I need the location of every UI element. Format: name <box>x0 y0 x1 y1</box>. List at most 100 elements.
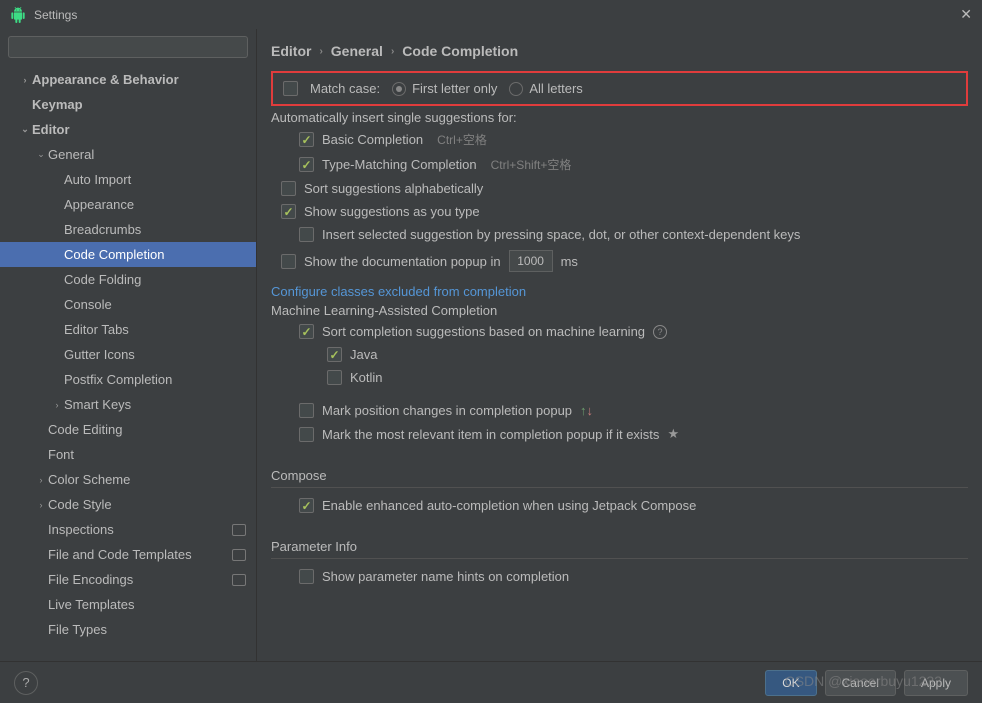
type-matching-checkbox[interactable] <box>299 157 314 172</box>
tree-item-label: File Encodings <box>48 572 232 587</box>
window-title: Settings <box>34 8 77 22</box>
tree-item-editor[interactable]: ⌄Editor <box>0 117 256 142</box>
tree-item-label: Keymap <box>32 97 246 112</box>
tree-item-label: General <box>48 147 246 162</box>
ml-sort-checkbox[interactable] <box>299 324 314 339</box>
kotlin-label: Kotlin <box>350 370 383 385</box>
tree-item-label: File and Code Templates <box>48 547 232 562</box>
mark-relevant-checkbox[interactable] <box>299 427 314 442</box>
sidebar: ›Appearance & BehaviorKeymap⌄Editor⌄Gene… <box>0 29 257 661</box>
tree-item-inspections[interactable]: Inspections <box>0 517 256 542</box>
tree-item-auto-import[interactable]: Auto Import <box>0 167 256 192</box>
kotlin-checkbox[interactable] <box>327 370 342 385</box>
show-suggestions-label: Show suggestions as you type <box>304 204 480 219</box>
tree-item-label: Inspections <box>48 522 232 537</box>
first-letter-radio[interactable] <box>392 82 406 96</box>
tree-item-code-style[interactable]: ›Code Style <box>0 492 256 517</box>
doc-delay-input[interactable] <box>509 250 553 272</box>
tree-item-label: File Types <box>48 622 246 637</box>
tree-item-file-types[interactable]: File Types <box>0 617 256 642</box>
tree-item-breadcrumbs[interactable]: Breadcrumbs <box>0 217 256 242</box>
tree-item-keymap[interactable]: Keymap <box>0 92 256 117</box>
chevron-icon: ⌄ <box>34 149 48 160</box>
tree-item-file-encodings[interactable]: File Encodings <box>0 567 256 592</box>
tree-item-file-and-code-templates[interactable]: File and Code Templates <box>0 542 256 567</box>
first-letter-label: First letter only <box>412 81 497 96</box>
param-hints-label: Show parameter name hints on completion <box>322 569 569 584</box>
compose-heading: Compose <box>271 468 968 488</box>
tree-item-label: Gutter Icons <box>64 347 246 362</box>
sort-alpha-checkbox[interactable] <box>281 181 296 196</box>
tree-item-editor-tabs[interactable]: Editor Tabs <box>0 317 256 342</box>
type-matching-label: Type-Matching Completion <box>322 157 477 172</box>
mark-relevant-label: Mark the most relevant item in completio… <box>322 427 659 442</box>
match-case-label: Match case: <box>310 81 380 96</box>
breadcrumb-item[interactable]: General <box>331 43 383 59</box>
tree-item-label: Appearance & Behavior <box>32 72 246 87</box>
android-icon <box>10 7 26 23</box>
tree-item-label: Font <box>48 447 246 462</box>
search-input[interactable] <box>8 36 248 58</box>
tree-item-smart-keys[interactable]: ›Smart Keys <box>0 392 256 417</box>
all-letters-label: All letters <box>529 81 582 96</box>
tree-item-label: Console <box>64 297 246 312</box>
tree-item-color-scheme[interactable]: ›Color Scheme <box>0 467 256 492</box>
insert-selected-checkbox[interactable] <box>299 227 314 242</box>
configure-excluded-link[interactable]: Configure classes excluded from completi… <box>271 284 526 299</box>
tree-item-postfix-completion[interactable]: Postfix Completion <box>0 367 256 392</box>
apply-button[interactable]: Apply <box>904 670 968 696</box>
insert-selected-label: Insert selected suggestion by pressing s… <box>322 227 800 242</box>
settings-panel: Match case: First letter only All letter… <box>257 71 982 661</box>
arrows-icon: ↑↓ <box>580 403 593 418</box>
mark-position-checkbox[interactable] <box>299 403 314 418</box>
star-icon: ★ <box>667 426 679 442</box>
cancel-button[interactable]: Cancel <box>825 670 896 696</box>
tree-item-label: Code Completion <box>64 247 246 262</box>
chevron-icon: › <box>18 75 32 85</box>
tree-item-font[interactable]: Font <box>0 442 256 467</box>
tree-item-label: Code Style <box>48 497 246 512</box>
tree-item-code-folding[interactable]: Code Folding <box>0 267 256 292</box>
breadcrumb-item: Code Completion <box>402 43 518 59</box>
help-icon[interactable]: ? <box>653 325 667 339</box>
tree-item-label: Code Folding <box>64 272 246 287</box>
param-hints-checkbox[interactable] <box>299 569 314 584</box>
tree-item-live-templates[interactable]: Live Templates <box>0 592 256 617</box>
sort-alpha-label: Sort suggestions alphabetically <box>304 181 483 196</box>
project-scope-icon <box>232 524 246 536</box>
type-matching-shortcut: Ctrl+Shift+空格 <box>491 156 572 173</box>
tree-item-label: Editor <box>32 122 246 137</box>
highlighted-section: Match case: First letter only All letter… <box>271 71 968 106</box>
dialog-footer: ? OK Cancel Apply <box>0 661 982 703</box>
tree-item-code-completion[interactable]: Code Completion <box>0 242 256 267</box>
show-doc-checkbox[interactable] <box>281 254 296 269</box>
help-button[interactable]: ? <box>14 671 38 695</box>
chevron-icon: › <box>50 400 64 410</box>
chevron-right-icon: › <box>319 46 322 57</box>
all-letters-radio[interactable] <box>509 82 523 96</box>
tree-item-label: Breadcrumbs <box>64 222 246 237</box>
tree-item-code-editing[interactable]: Code Editing <box>0 417 256 442</box>
close-icon[interactable]: ✕ <box>960 6 972 23</box>
titlebar: Settings ✕ <box>0 0 982 29</box>
tree-item-label: Color Scheme <box>48 472 246 487</box>
chevron-icon: › <box>34 500 48 510</box>
basic-completion-checkbox[interactable] <box>299 132 314 147</box>
tree-item-label: Smart Keys <box>64 397 246 412</box>
breadcrumb-item[interactable]: Editor <box>271 43 311 59</box>
tree-item-gutter-icons[interactable]: Gutter Icons <box>0 342 256 367</box>
project-scope-icon <box>232 574 246 586</box>
tree-item-appearance[interactable]: Appearance <box>0 192 256 217</box>
ok-button[interactable]: OK <box>765 670 816 696</box>
match-case-checkbox[interactable] <box>283 81 298 96</box>
tree-item-general[interactable]: ⌄General <box>0 142 256 167</box>
auto-insert-label: Automatically insert single suggestions … <box>271 110 968 125</box>
tree-item-console[interactable]: Console <box>0 292 256 317</box>
tree-item-appearance-behavior[interactable]: ›Appearance & Behavior <box>0 67 256 92</box>
show-suggestions-checkbox[interactable] <box>281 204 296 219</box>
param-info-heading: Parameter Info <box>271 539 968 559</box>
basic-completion-label: Basic Completion <box>322 132 423 147</box>
ml-heading: Machine Learning-Assisted Completion <box>271 303 968 318</box>
compose-enable-checkbox[interactable] <box>299 498 314 513</box>
java-checkbox[interactable] <box>327 347 342 362</box>
